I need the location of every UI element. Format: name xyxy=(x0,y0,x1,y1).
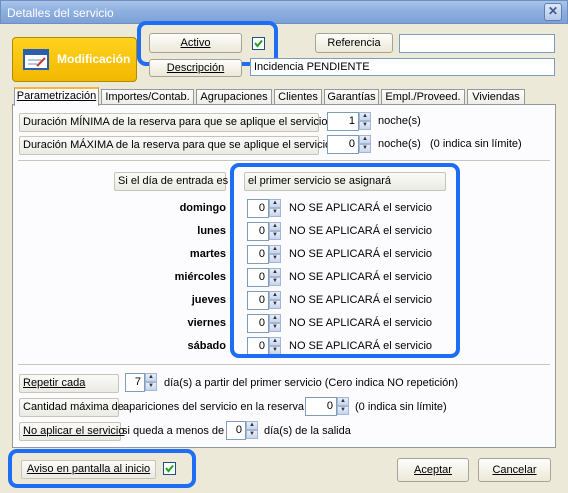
day-label: domingo xyxy=(179,202,226,214)
repetir-label: Repetir cada xyxy=(19,374,119,393)
day-label: sábado xyxy=(187,340,226,352)
separator xyxy=(18,364,550,366)
no-aplicar-mid: si queda a menos de xyxy=(122,425,225,437)
spin-up-icon: ▲ xyxy=(246,421,258,430)
tab-clientes[interactable]: Clientes xyxy=(274,89,322,105)
cantidad-maxima-mid: apariciones del servicio en la reserva xyxy=(123,401,304,413)
spin-up-icon: ▲ xyxy=(359,135,371,144)
spin-up-icon: ▲ xyxy=(145,373,157,382)
title-bar: Detalles del servicio xyxy=(0,0,568,24)
schedule-highlight xyxy=(230,163,460,358)
cantidad-maxima-stepper[interactable]: 0 ▲ ▼ xyxy=(305,397,349,416)
tab-agrupaciones[interactable]: Agrupaciones xyxy=(196,89,272,105)
window-title: Detalles del servicio xyxy=(7,6,114,20)
cantidad-maxima-note: (0 indica sin límite) xyxy=(355,401,447,413)
referencia-input[interactable] xyxy=(399,34,555,53)
no-aplicar-note: día(s) de la salida xyxy=(264,425,351,437)
day-label: martes xyxy=(189,248,226,260)
duracion-minima-stepper[interactable]: 1 ▲ ▼ xyxy=(327,112,371,131)
day-label: jueves xyxy=(191,294,226,306)
tab-garantias[interactable]: Garantías xyxy=(324,89,379,105)
duracion-minima-label: Duración MÍNIMA de la reserva para que s… xyxy=(19,113,327,132)
cancel-button[interactable]: Cancelar xyxy=(478,458,551,482)
tab-viviendas[interactable]: Viviendas xyxy=(467,89,525,105)
no-aplicar-stepper[interactable]: 0 ▲ ▼ xyxy=(226,421,258,440)
duracion-maxima-note: (0 indica sin límite) xyxy=(430,138,522,150)
close-button[interactable]: ✕ xyxy=(544,3,562,21)
tab-empl-proveed[interactable]: Empl./Proveed. xyxy=(381,89,465,105)
spin-down-icon: ▼ xyxy=(337,406,349,415)
close-icon: ✕ xyxy=(547,4,559,18)
spin-down-icon: ▼ xyxy=(145,382,157,391)
duracion-maxima-label: Duración MÁXIMA de la reserva para que s… xyxy=(19,136,331,155)
repetir-stepper[interactable]: 7 ▲ ▼ xyxy=(125,373,157,392)
referencia-label: Referencia xyxy=(315,33,393,53)
duracion-maxima-stepper[interactable]: 0 ▲ ▼ xyxy=(327,135,371,154)
no-aplicar-label: No aplicar el servicio xyxy=(19,422,124,441)
descripcion-input[interactable]: Incidencia PENDIENTE xyxy=(250,58,555,76)
edit-icon xyxy=(23,49,49,70)
tab-importes[interactable]: Importes/Contab. xyxy=(101,89,194,105)
spin-down-icon: ▼ xyxy=(359,121,371,130)
repetir-note: día(s) a partir del primer servicio (Cer… xyxy=(164,377,459,389)
spin-down-icon: ▼ xyxy=(359,144,371,153)
mode-button[interactable]: Modificación xyxy=(12,37,137,82)
tab-parametrizacion[interactable]: Parametrización xyxy=(14,87,99,106)
duracion-maxima-unit: noche(s) xyxy=(378,138,421,150)
accept-button[interactable]: Aceptar xyxy=(397,458,469,482)
descripcion-label: Descripción xyxy=(149,59,242,77)
day-label: lunes xyxy=(197,225,226,237)
duracion-minima-unit: noche(s) xyxy=(378,115,421,127)
spin-down-icon: ▼ xyxy=(246,430,258,439)
day-label: viernes xyxy=(187,317,226,329)
dia-entrada-label: Si el día de entrada es xyxy=(114,172,228,191)
day-label: miércoles xyxy=(174,271,226,283)
aviso-highlight xyxy=(8,449,196,488)
separator xyxy=(18,160,550,162)
spin-up-icon: ▲ xyxy=(337,397,349,406)
spin-up-icon: ▲ xyxy=(359,112,371,121)
cantidad-maxima-label: Cantidad máxima de xyxy=(19,398,124,417)
mode-label: Modificación xyxy=(57,52,131,66)
